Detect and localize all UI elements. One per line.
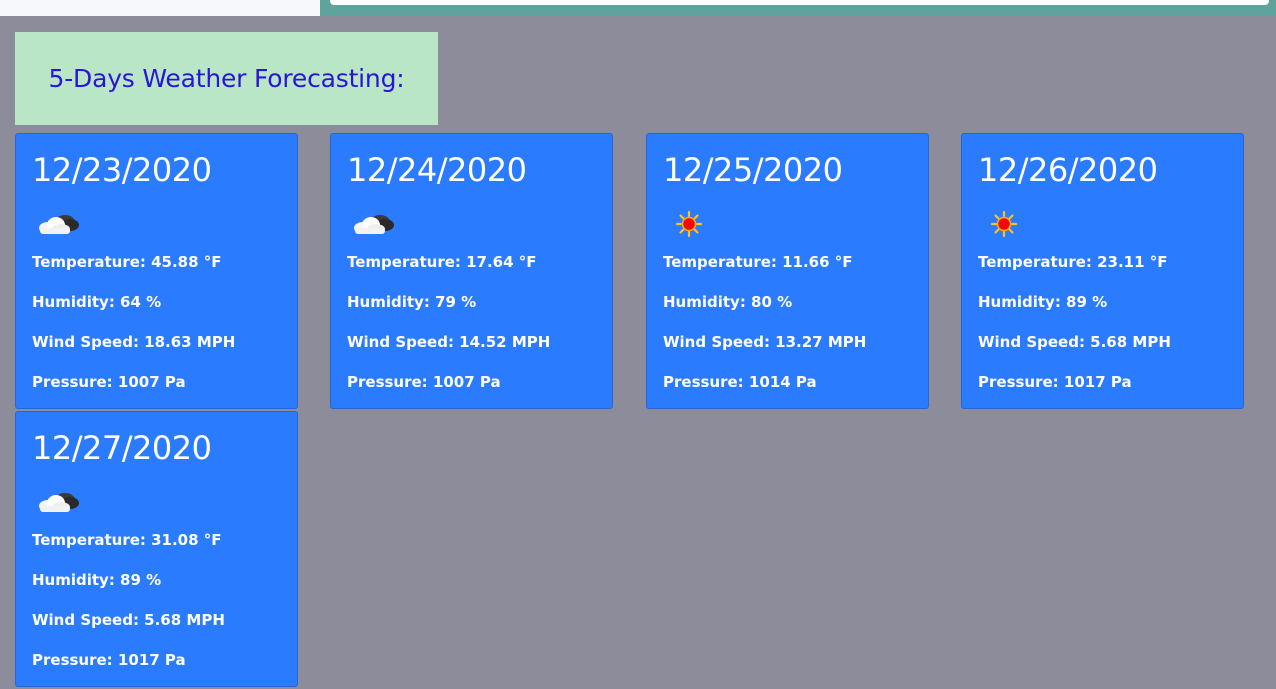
pressure-text: Pressure: 1017 Pa [978, 373, 1132, 391]
pressure-text: Pressure: 1014 Pa [663, 373, 817, 391]
humidity-text: Humidity: 64 % [32, 293, 162, 311]
temperature-text: Temperature: 45.88 °F [32, 253, 222, 271]
forecast-date: 12/23/2020 [32, 151, 212, 189]
temperature-text: Temperature: 11.66 °F [663, 253, 853, 271]
forecast-card: 12/26/2020 Temperature: 23.11 °F Humidit… [961, 133, 1244, 409]
wind-speed-text: Wind Speed: 5.68 MPH [978, 333, 1171, 351]
temperature-text: Temperature: 23.11 °F [978, 253, 1168, 271]
forecast-card: 12/23/2020 Temperature: 45.88 °F Humidit… [15, 133, 298, 409]
forecast-heading-box: 5-Days Weather Forecasting: [15, 32, 438, 125]
forecast-card: 12/24/2020 Temperature: 17.64 °F Humidit… [330, 133, 613, 409]
partly-cloudy-icon [354, 215, 394, 234]
search-input[interactable] [330, 0, 1269, 5]
sun-icon [675, 210, 703, 238]
forecast-card: 12/27/2020 Temperature: 31.08 °F Humidit… [15, 411, 298, 687]
forecast-date: 12/24/2020 [347, 151, 527, 189]
humidity-text: Humidity: 89 % [978, 293, 1108, 311]
humidity-text: Humidity: 79 % [347, 293, 477, 311]
humidity-text: Humidity: 80 % [663, 293, 793, 311]
temperature-text: Temperature: 31.08 °F [32, 531, 222, 549]
wind-speed-text: Wind Speed: 5.68 MPH [32, 611, 225, 629]
humidity-text: Humidity: 89 % [32, 571, 162, 589]
forecast-date: 12/26/2020 [978, 151, 1158, 189]
temperature-text: Temperature: 17.64 °F [347, 253, 537, 271]
sun-icon [990, 210, 1018, 238]
partly-cloudy-icon [39, 493, 79, 512]
pressure-text: Pressure: 1017 Pa [32, 651, 186, 669]
wind-speed-text: Wind Speed: 14.52 MPH [347, 333, 551, 351]
forecast-card: 12/25/2020 Temperature: 11.66 °F Humidit… [646, 133, 929, 409]
forecast-date: 12/27/2020 [32, 429, 212, 467]
pressure-text: Pressure: 1007 Pa [347, 373, 501, 391]
top-left-panel-edge [0, 0, 320, 16]
wind-speed-text: Wind Speed: 13.27 MPH [663, 333, 867, 351]
pressure-text: Pressure: 1007 Pa [32, 373, 186, 391]
forecast-heading: 5-Days Weather Forecasting: [48, 64, 405, 93]
partly-cloudy-icon [39, 215, 79, 234]
forecast-date: 12/25/2020 [663, 151, 843, 189]
wind-speed-text: Wind Speed: 18.63 MPH [32, 333, 236, 351]
